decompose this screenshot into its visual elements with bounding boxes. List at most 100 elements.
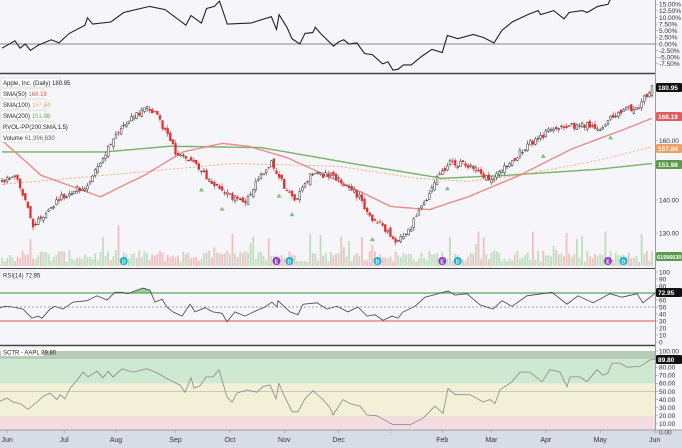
- candle-body: [195, 159, 198, 164]
- candle-body: [47, 209, 50, 212]
- volume-bar: [257, 252, 260, 266]
- volume-bar: [581, 235, 583, 266]
- volume-bar: [557, 254, 560, 266]
- volume-bar: [216, 252, 218, 266]
- month-label: Oct: [224, 437, 235, 444]
- candle-body: [539, 135, 542, 139]
- candle-body: [586, 122, 589, 130]
- volume-bar: [3, 261, 6, 266]
- volume-bar: [594, 253, 596, 266]
- candle-body: [143, 107, 146, 112]
- candle-body: [259, 174, 263, 179]
- month-label: Mar: [485, 437, 498, 444]
- volume-bar: [430, 254, 433, 266]
- volume-bar: [397, 255, 400, 266]
- sctr-legend: SCTR - AAPL 89.80: [0, 347, 57, 357]
- month-label: Apr: [540, 437, 552, 444]
- candle-body: [402, 235, 405, 239]
- candle-body: [622, 109, 625, 112]
- axis-label: 10.00: [659, 421, 676, 428]
- volume-bar: [83, 254, 86, 266]
- sctr-band: [0, 383, 655, 416]
- candle-body: [8, 178, 11, 180]
- candle-body: [109, 143, 112, 145]
- candle-body: [407, 228, 410, 236]
- volume-bar: [298, 261, 301, 266]
- sctr-label: SCTR - AAPL 89.80: [3, 351, 57, 357]
- candle-body: [158, 115, 162, 120]
- candle-body: [197, 163, 200, 170]
- candle-body: [270, 160, 273, 168]
- candle-body: [18, 178, 22, 189]
- volume-bar: [428, 250, 431, 266]
- volume-bar: [247, 252, 249, 266]
- candle-body: [135, 112, 138, 119]
- candle-body: [441, 170, 444, 176]
- candle-body: [127, 120, 131, 124]
- candle-body: [60, 194, 63, 200]
- volume-bar: [187, 252, 190, 266]
- candle-body: [94, 169, 97, 176]
- volume-bar: [226, 250, 229, 266]
- volume-bar: [630, 258, 633, 266]
- candle-body: [112, 138, 115, 148]
- candle-body: [472, 165, 475, 169]
- volume-bar: [402, 253, 405, 266]
- volume-bar: [648, 260, 651, 266]
- candle-body: [332, 171, 335, 176]
- volume-bar: [24, 254, 27, 266]
- volume-bar: [506, 261, 508, 266]
- volume-bar: [552, 245, 555, 266]
- volume-bar: [301, 261, 304, 266]
- volume-bar: [172, 255, 174, 266]
- candle-body: [246, 196, 250, 205]
- candle-body: [430, 187, 434, 192]
- candle-body: [231, 193, 234, 200]
- sctr-band: [0, 351, 655, 360]
- sctr-tag: 89.80: [656, 355, 682, 364]
- candle-body: [565, 125, 568, 128]
- candle-body: [557, 128, 560, 130]
- volume-bar: [265, 260, 268, 266]
- candle-body: [446, 165, 449, 171]
- candle-body: [252, 189, 255, 197]
- volume-bar: [164, 261, 167, 266]
- volume-bar: [508, 258, 511, 266]
- volume-bar: [63, 251, 66, 266]
- volume-bar: [52, 257, 55, 266]
- volume-bar: [638, 261, 640, 266]
- candle-body: [192, 159, 195, 163]
- volume-bar: [651, 251, 653, 266]
- volume-bar: [270, 256, 273, 266]
- candle-body: [412, 218, 415, 228]
- candle-body: [119, 128, 123, 135]
- candle-body: [239, 198, 242, 200]
- volume-bar: [47, 254, 50, 266]
- volume-bar: [340, 236, 343, 266]
- candle-body: [438, 173, 441, 175]
- legend-rvol: RVOL-PP(200,SMA,1.5): [3, 125, 68, 131]
- axis-label: 20: [659, 325, 667, 332]
- candle-body: [451, 160, 454, 162]
- volume-bar: [386, 258, 389, 266]
- candle-body: [635, 107, 638, 111]
- svg-text:168.19: 168.19: [658, 114, 678, 121]
- volume-bar: [14, 261, 16, 266]
- volume-bar: [529, 259, 532, 266]
- volume-bar: [632, 257, 635, 266]
- candle-body: [498, 171, 501, 176]
- volume-bar: [392, 261, 394, 266]
- volume-bar: [42, 251, 45, 266]
- axis-label: 40: [659, 311, 667, 318]
- candle-body: [200, 170, 203, 172]
- candle-body: [505, 166, 509, 168]
- volume-bar: [498, 252, 501, 266]
- volume-bar: [526, 252, 529, 266]
- candle-body: [50, 207, 53, 209]
- candle-body: [275, 170, 278, 174]
- volume-bar: [96, 260, 99, 266]
- candle-body: [516, 157, 519, 161]
- volume-bar: [140, 257, 143, 266]
- candle-body: [428, 193, 431, 200]
- volume-bar: [135, 257, 138, 266]
